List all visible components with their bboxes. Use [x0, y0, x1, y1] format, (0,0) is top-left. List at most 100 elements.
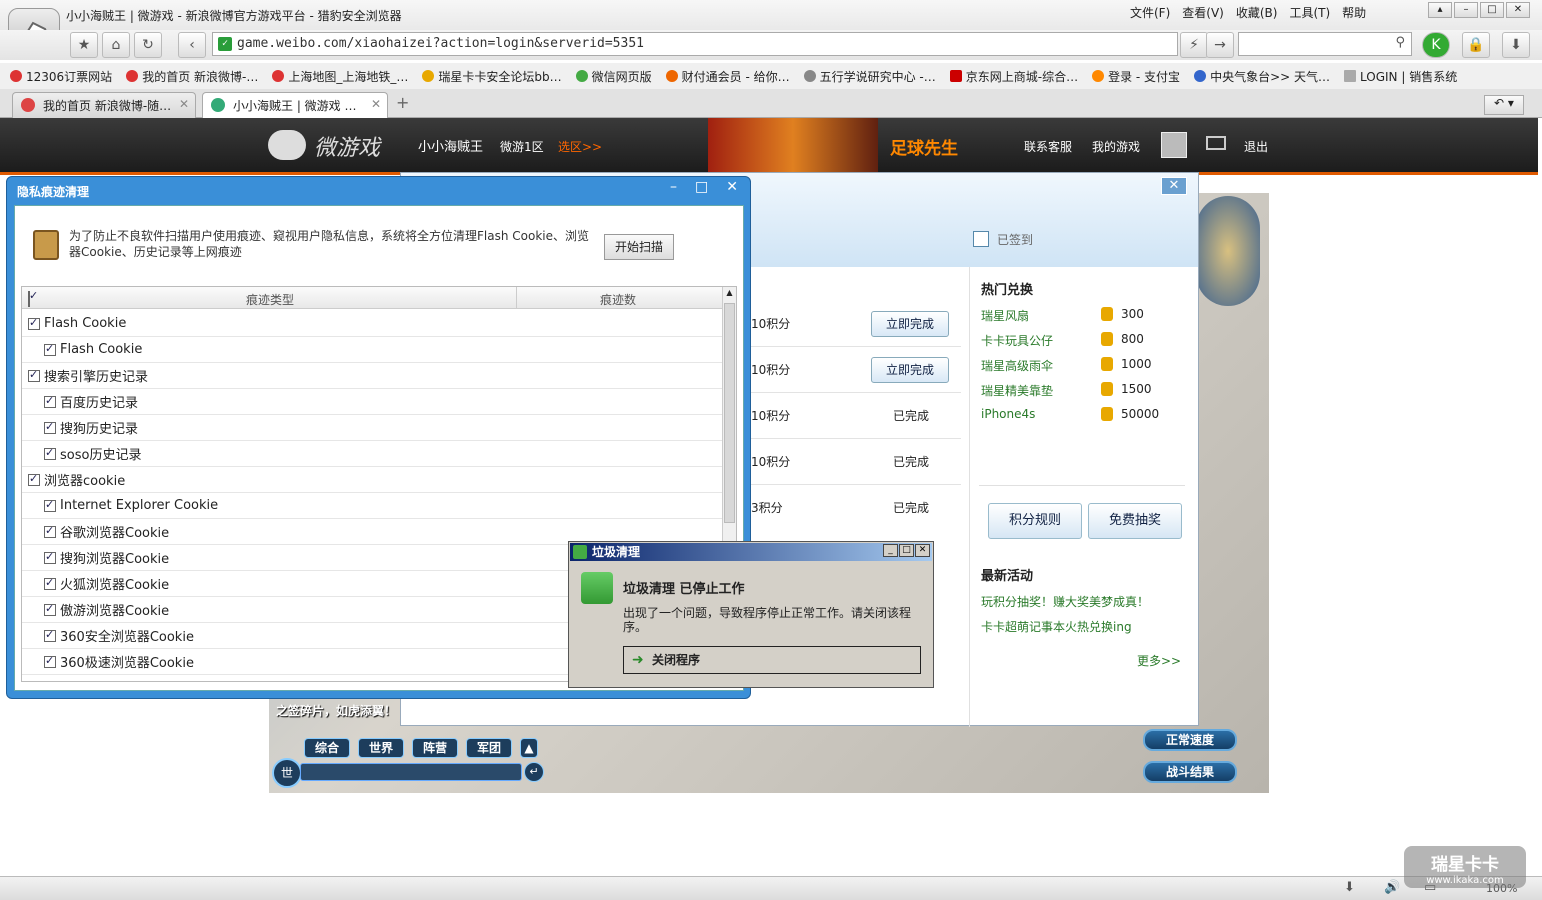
- scrollbar-thumb[interactable]: [724, 303, 735, 523]
- hot-item-link[interactable]: iPhone4s: [981, 407, 1035, 421]
- close-icon[interactable]: ✕: [371, 97, 381, 111]
- bookmark-item[interactable]: 财付通会员 - 给你…: [665, 68, 790, 85]
- menu-tools[interactable]: 工具(T): [1289, 4, 1330, 21]
- my-games-link[interactable]: 我的游戏: [1092, 138, 1140, 155]
- maximize-button[interactable]: □: [1480, 2, 1504, 18]
- logout-link[interactable]: 退出: [1244, 138, 1268, 155]
- forward-icon[interactable]: →: [1206, 32, 1234, 58]
- close-program-button[interactable]: ➜ 关闭程序: [623, 646, 921, 674]
- bookmark-item[interactable]: 微信网页版: [575, 68, 652, 85]
- skin-icon[interactable]: ▴: [1428, 2, 1452, 18]
- chat-expand-icon[interactable]: ▲: [520, 738, 538, 758]
- trace-row[interactable]: 浏览器cookie: [22, 467, 722, 493]
- trace-checkbox[interactable]: [44, 524, 56, 538]
- hot-item-link[interactable]: 瑞星高级雨伞: [981, 357, 1053, 374]
- home-icon[interactable]: ⌂: [102, 32, 130, 58]
- download-icon[interactable]: ⬇: [1502, 32, 1530, 58]
- undo-icon[interactable]: ↶ ▾: [1484, 95, 1524, 115]
- free-lottery-button[interactable]: 免费抽奖: [1088, 503, 1182, 539]
- close-icon[interactable]: ✕: [179, 97, 189, 111]
- volume-icon[interactable]: 🔊: [1384, 880, 1400, 895]
- trace-checkbox[interactable]: [44, 628, 56, 642]
- ad-banner[interactable]: [708, 118, 878, 172]
- chat-tab-world[interactable]: 世界: [358, 738, 404, 758]
- menu-file[interactable]: 文件(F): [1130, 4, 1170, 21]
- trace-checkbox[interactable]: [44, 420, 56, 434]
- minimize-icon[interactable]: _: [883, 544, 898, 557]
- lock-icon[interactable]: 🔒: [1462, 32, 1490, 58]
- tab-weibo[interactable]: 我的首页 新浪微博-随… ✕: [12, 92, 196, 118]
- close-icon[interactable]: ✕: [726, 179, 738, 195]
- address-bar[interactable]: ✓ game.weibo.com/xiaohaizei?action=login…: [212, 32, 1178, 56]
- trace-checkbox[interactable]: [44, 550, 56, 564]
- back-icon[interactable]: ‹: [178, 32, 206, 58]
- kaka-icon[interactable]: K: [1422, 32, 1450, 58]
- hot-item-link[interactable]: 卡卡玩具公仔: [981, 332, 1053, 349]
- minimize-button[interactable]: –: [1454, 2, 1478, 18]
- maximize-icon[interactable]: □: [899, 544, 914, 557]
- more-link[interactable]: 更多>>: [1137, 652, 1181, 669]
- battle-result-button[interactable]: 战斗结果: [1143, 761, 1237, 783]
- chat-tab-camp[interactable]: 阵营: [412, 738, 458, 758]
- points-rules-button[interactable]: 积分规则: [988, 503, 1082, 539]
- trace-checkbox[interactable]: [44, 498, 56, 512]
- send-icon[interactable]: ↵: [524, 762, 544, 782]
- complete-now-button[interactable]: 立即完成: [871, 311, 949, 337]
- close-button[interactable]: ✕: [1506, 2, 1530, 18]
- bookmark-item[interactable]: 12306订票网站: [10, 68, 112, 85]
- close-icon[interactable]: ✕: [915, 544, 930, 557]
- close-icon[interactable]: ✕: [1161, 177, 1187, 195]
- normal-speed-button[interactable]: 正常速度: [1143, 729, 1237, 751]
- trace-checkbox[interactable]: [44, 654, 56, 668]
- chat-channel-button[interactable]: 世: [272, 758, 302, 788]
- ad-title[interactable]: 足球先生: [890, 134, 958, 159]
- menu-view[interactable]: 查看(V): [1182, 4, 1224, 21]
- trace-checkbox[interactable]: [44, 342, 56, 356]
- trace-checkbox[interactable]: [44, 602, 56, 616]
- hot-item-link[interactable]: 瑞星风扇: [981, 307, 1029, 324]
- search-icon[interactable]: ⚲: [1395, 35, 1405, 50]
- menu-help[interactable]: 帮助: [1342, 4, 1366, 21]
- bookmark-item[interactable]: 登录 - 支付宝: [1092, 68, 1180, 85]
- bookmark-item[interactable]: 五行学说研究中心 -…: [803, 68, 936, 85]
- trace-checkbox[interactable]: [44, 446, 56, 460]
- tab-game[interactable]: 小小海贼王 | 微游戏 … ✕: [202, 92, 388, 118]
- activity-link[interactable]: 卡卡超萌记事本火热兑换ing: [981, 618, 1132, 635]
- trace-checkbox[interactable]: [28, 316, 40, 330]
- trace-row[interactable]: Internet Explorer Cookie: [22, 493, 722, 519]
- contact-service-link[interactable]: 联系客服: [1024, 138, 1072, 155]
- ship-emblem-icon[interactable]: [1196, 196, 1260, 306]
- bookmark-item[interactable]: 中央气象台>> 天气…: [1194, 68, 1330, 85]
- menu-favorites[interactable]: 收藏(B): [1236, 4, 1278, 21]
- start-scan-button[interactable]: 开始扫描: [604, 234, 674, 260]
- mail-icon[interactable]: [1206, 136, 1226, 150]
- hot-item-link[interactable]: 瑞星精美靠垫: [981, 382, 1053, 399]
- trace-row[interactable]: soso历史记录: [22, 441, 722, 467]
- trace-checkbox[interactable]: [44, 394, 56, 408]
- trace-row[interactable]: Flash Cookie: [22, 311, 722, 337]
- search-input[interactable]: ⚲: [1238, 32, 1412, 56]
- download-status-icon[interactable]: ⬇: [1344, 880, 1355, 895]
- new-tab-plus-icon[interactable]: +: [396, 93, 409, 112]
- avatar[interactable]: [1161, 132, 1187, 158]
- chat-tab-all[interactable]: 综合: [304, 738, 350, 758]
- trace-row[interactable]: 搜索引擎历史记录: [22, 363, 722, 389]
- bookmark-item[interactable]: 瑞星卡卡安全论坛bb…: [422, 68, 562, 85]
- maximize-icon[interactable]: □: [695, 179, 708, 195]
- trace-checkbox[interactable]: [28, 368, 40, 382]
- trace-checkbox[interactable]: [44, 576, 56, 590]
- trace-checkbox[interactable]: [28, 472, 40, 486]
- bookmark-item[interactable]: 我的首页 新浪微博-…: [126, 68, 258, 85]
- lightning-icon[interactable]: ⚡: [1180, 32, 1208, 58]
- scroll-up-icon[interactable]: ▲: [724, 288, 735, 300]
- chat-tab-legion[interactable]: 军团: [466, 738, 512, 758]
- chat-input[interactable]: [300, 763, 522, 781]
- minimize-icon[interactable]: –: [670, 179, 677, 195]
- refresh-icon[interactable]: ↻: [134, 32, 162, 58]
- activity-link[interactable]: 玩积分抽奖！赚大奖美梦成真！: [981, 593, 1149, 610]
- select-all-checkbox[interactable]: [28, 291, 30, 307]
- complete-now-button[interactable]: 立即完成: [871, 357, 949, 383]
- trace-row[interactable]: Flash Cookie: [22, 337, 722, 363]
- favorite-star-icon[interactable]: ★: [70, 32, 98, 58]
- bookmark-item[interactable]: 京东网上商城-综合…: [949, 68, 1078, 85]
